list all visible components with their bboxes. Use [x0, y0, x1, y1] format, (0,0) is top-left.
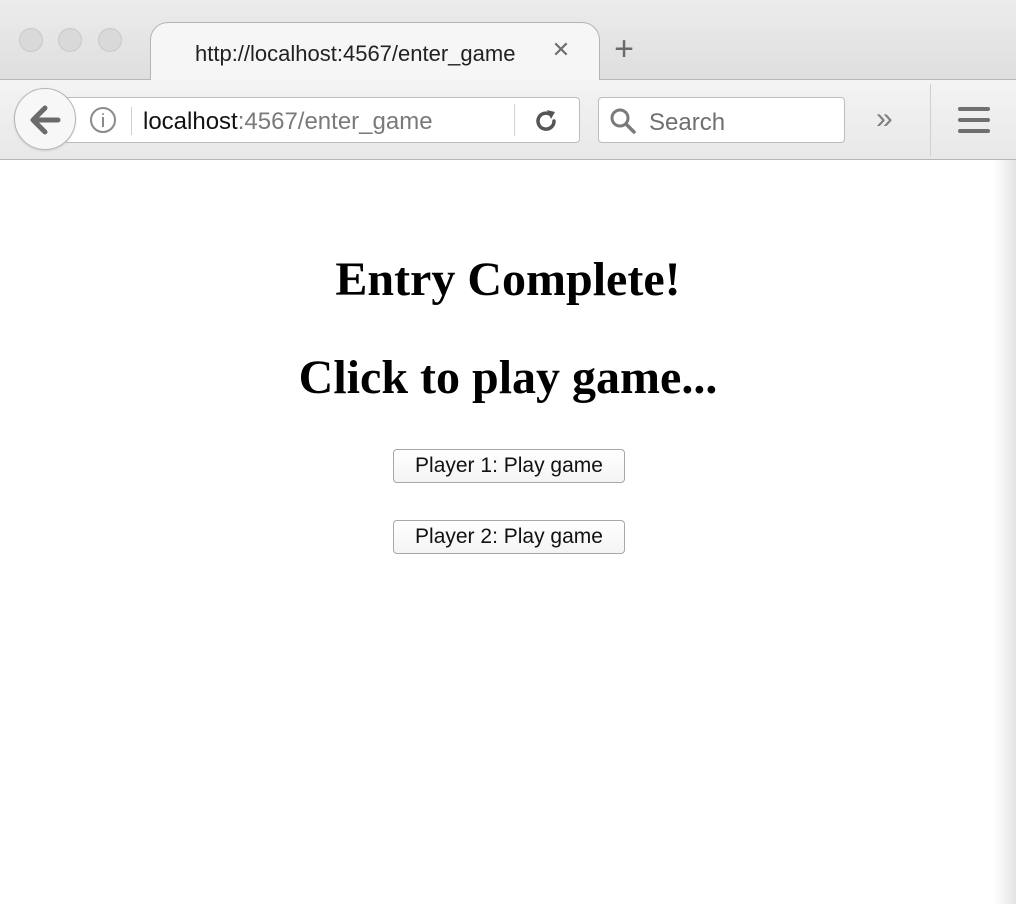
click-to-play-heading: Click to play game... — [298, 351, 718, 404]
player-1-play-button[interactable]: Player 1: Play game — [393, 449, 625, 483]
close-tab-icon[interactable]: ✕ — [548, 37, 574, 63]
url-path: :4567/enter_game — [237, 108, 433, 135]
tab-bar: http://localhost:4567/enter_game ✕ + — [0, 0, 1016, 81]
back-arrow-icon — [30, 105, 61, 135]
reload-icon[interactable] — [533, 108, 559, 134]
hamburger-menu-icon[interactable] — [958, 107, 990, 133]
window-close-button[interactable] — [19, 28, 43, 52]
back-button[interactable] — [14, 88, 76, 150]
tab-title: http://localhost:4567/enter_game — [195, 41, 516, 66]
menu-divider — [930, 84, 931, 156]
url-host: localhost — [143, 108, 238, 135]
address-bar[interactable]: localhost:4567/enter_game — [64, 97, 580, 143]
entry-complete-heading: Entry Complete! — [335, 253, 681, 306]
window-minimize-button[interactable] — [58, 28, 82, 52]
url-divider — [131, 107, 132, 135]
overflow-menu-icon[interactable]: » — [876, 104, 893, 134]
url-text[interactable]: localhost:4567/enter_game — [143, 108, 433, 136]
navigation-bar: localhost:4567/enter_game Search » — [0, 80, 1016, 160]
window-zoom-button[interactable] — [98, 28, 122, 52]
search-bar[interactable]: Search — [598, 97, 845, 143]
search-icon — [610, 108, 636, 134]
search-placeholder: Search — [649, 109, 726, 136]
reload-divider — [514, 104, 515, 136]
new-tab-icon[interactable]: + — [608, 32, 640, 66]
page-content: Entry Complete! Click to play game... Pl… — [0, 160, 1016, 904]
active-tab[interactable]: http://localhost:4567/enter_game ✕ — [150, 22, 600, 81]
player-2-play-button[interactable]: Player 2: Play game — [393, 520, 625, 554]
info-icon[interactable] — [90, 107, 116, 133]
